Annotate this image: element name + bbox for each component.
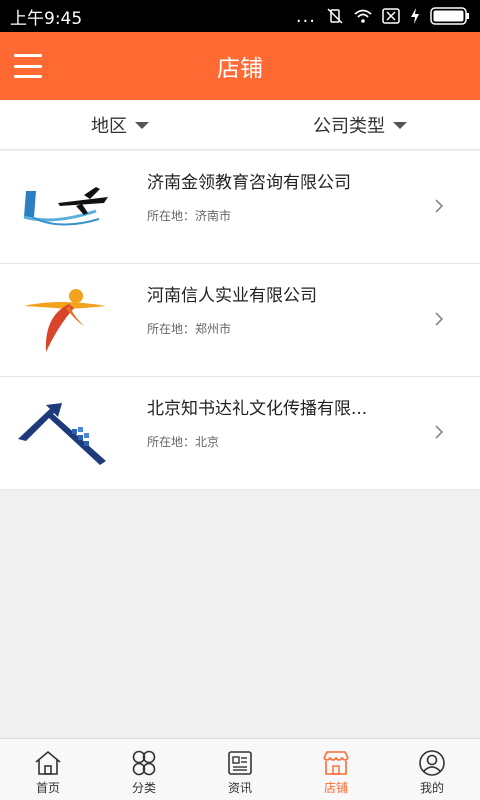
menu-icon-line [14,64,42,68]
news-icon [228,751,252,775]
bottom-tab-bar: 首页 分类 资讯 店铺 我的 [0,738,480,800]
store-location: 所在地：济南市 [147,209,232,223]
store-logo [24,289,106,352]
tab-home[interactable]: 首页 [0,739,96,800]
tab-profile-label: 我的 [419,781,444,795]
company-type-filter-label: 公司类型 [313,115,385,137]
store-logo [18,403,106,465]
menu-icon-line [14,75,42,78]
region-filter[interactable]: 地区 [0,100,240,149]
page-title: 店铺 [217,56,263,82]
home-icon [35,750,61,775]
company-type-filter[interactable]: 公司类型 [240,100,480,149]
profile-icon [419,750,445,776]
status-bar: 上午9:45 ... [0,0,480,32]
region-filter-label: 地区 [91,115,127,137]
store-icon [323,751,349,775]
store-item[interactable]: 河南信人实业有限公司 所在地：郑州市 [0,264,480,377]
chevron-right-icon [435,312,444,326]
tab-profile[interactable]: 我的 [384,739,480,800]
app-header: 店铺 [0,32,480,100]
wifi-icon [354,9,372,23]
status-icons: ... [296,6,470,27]
filter-bar: 地区 公司类型 [0,100,480,150]
tab-news-label: 资讯 [227,781,252,795]
store-name: 北京知书达礼文化传播有限... [147,399,368,419]
caret-down-icon [393,122,407,129]
tab-store[interactable]: 店铺 [288,739,384,800]
status-time: 上午9:45 [10,8,83,29]
store-location: 所在地：北京 [147,435,220,449]
chevron-right-icon [435,199,444,213]
store-name: 济南金领教育咨询有限公司 [147,173,351,193]
sim-disabled-icon [382,8,400,24]
tab-category[interactable]: 分类 [96,739,192,800]
store-location: 所在地：郑州市 [147,322,232,336]
charging-icon [411,8,419,24]
more-dots: ... [295,5,316,27]
tab-news[interactable]: 资讯 [192,739,288,800]
store-list: 济南金领教育咨询有限公司 所在地：济南市 河南信人实业有限公司 所在地：郑州市 [0,151,480,490]
store-name: 河南信人实业有限公司 [147,286,317,306]
battery-icon [430,7,469,25]
store-item[interactable]: 济南金领教育咨询有限公司 所在地：济南市 [0,151,480,264]
category-icon [132,750,156,776]
menu-button[interactable] [14,54,42,78]
chevron-right-icon [435,425,444,439]
store-logo [23,187,108,226]
tab-category-label: 分类 [131,781,156,795]
tab-home-label: 首页 [35,781,60,795]
vibrate-mute-icon [327,8,343,24]
store-item[interactable]: 北京知书达礼文化传播有限... 所在地：北京 [0,377,480,490]
menu-icon [14,54,42,57]
caret-down-icon [135,122,149,129]
tab-store-label: 店铺 [323,781,348,795]
